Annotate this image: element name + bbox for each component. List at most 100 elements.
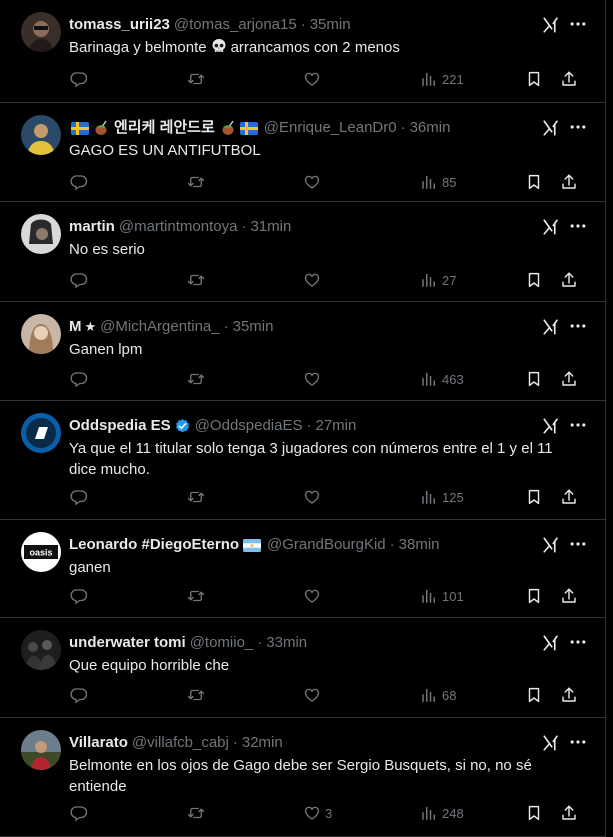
author-name[interactable]: Oddspedia ES: [69, 416, 171, 436]
bookmark-button[interactable]: [525, 170, 543, 194]
grok-icon[interactable]: [542, 536, 560, 554]
reply-button[interactable]: [70, 683, 88, 707]
like-button[interactable]: [303, 485, 321, 509]
grok-icon[interactable]: [542, 634, 560, 652]
author-handle[interactable]: @tomas_arjona15: [174, 15, 297, 35]
share-button[interactable]: [560, 683, 578, 707]
retweet-button[interactable]: [187, 367, 205, 391]
author-name[interactable]: tomass_urii23: [69, 15, 170, 35]
bookmark-button[interactable]: [525, 584, 543, 608]
views-button[interactable]: 463: [420, 367, 464, 391]
more-icon[interactable]: [568, 732, 588, 752]
reply-button[interactable]: [70, 485, 88, 509]
avatar[interactable]: [21, 214, 61, 254]
like-button[interactable]: [303, 170, 321, 194]
tweet[interactable]: martin @martintmontoya · 31min No es ser…: [0, 202, 606, 302]
tweet[interactable]: Oddspedia ES @OddspediaES · 27min Ya que…: [0, 401, 606, 520]
author-handle[interactable]: @martintmontoya: [119, 217, 238, 237]
author-name[interactable]: M: [69, 317, 82, 337]
author-name[interactable]: underwater tomi: [69, 633, 186, 653]
like-button[interactable]: [303, 268, 321, 292]
retweet-button[interactable]: [187, 485, 205, 509]
avatar[interactable]: [21, 115, 61, 155]
timestamp[interactable]: 38min: [399, 535, 440, 555]
more-icon[interactable]: [568, 216, 588, 236]
like-button[interactable]: [303, 67, 321, 91]
grok-icon[interactable]: [542, 318, 560, 336]
author-handle[interactable]: @OddspediaES: [195, 416, 303, 436]
share-button[interactable]: [560, 801, 578, 825]
author-handle[interactable]: @villafcb_cabj: [132, 733, 229, 753]
avatar[interactable]: [21, 630, 61, 670]
reply-button[interactable]: [70, 67, 88, 91]
author-handle[interactable]: @tomiio_: [190, 633, 254, 653]
grok-icon[interactable]: [542, 119, 560, 137]
share-button[interactable]: [560, 367, 578, 391]
author-handle[interactable]: @GrandBourgKid: [267, 535, 386, 555]
avatar[interactable]: [21, 314, 61, 354]
avatar[interactable]: oasis: [21, 532, 61, 572]
avatar[interactable]: [21, 413, 61, 453]
views-button[interactable]: 27: [420, 268, 456, 292]
views-button[interactable]: 68: [420, 683, 456, 707]
author-handle[interactable]: @MichArgentina_: [100, 317, 219, 337]
bookmark-button[interactable]: [525, 367, 543, 391]
views-button[interactable]: 125: [420, 485, 464, 509]
author-name[interactable]: Villarato: [69, 733, 128, 753]
timestamp[interactable]: 33min: [266, 633, 307, 653]
timestamp[interactable]: 35min: [233, 317, 274, 337]
share-button[interactable]: [560, 170, 578, 194]
grok-icon[interactable]: [542, 218, 560, 236]
reply-button[interactable]: [70, 584, 88, 608]
share-button[interactable]: [560, 485, 578, 509]
grok-icon[interactable]: [542, 16, 560, 34]
like-button[interactable]: [303, 683, 321, 707]
reply-button[interactable]: [70, 170, 88, 194]
more-icon[interactable]: [568, 534, 588, 554]
more-icon[interactable]: [568, 117, 588, 137]
reply-button[interactable]: [70, 268, 88, 292]
author-handle[interactable]: @Enrique_LeanDr0: [264, 118, 397, 138]
author-name[interactable]: 엔리케 레안드로: [114, 118, 215, 138]
more-icon[interactable]: [568, 14, 588, 34]
author-name[interactable]: Leonardo #DiegoEterno: [69, 535, 239, 555]
bookmark-button[interactable]: [525, 268, 543, 292]
tweet[interactable]: underwater tomi @tomiio_ · 33min Que equ…: [0, 618, 606, 718]
reply-button[interactable]: [70, 367, 88, 391]
views-button[interactable]: 85: [420, 170, 456, 194]
tweet[interactable]: tomass_urii23 @tomas_arjona15 · 35min Ba…: [0, 0, 606, 103]
tweet[interactable]: 엔리케 레안드로 @Enrique_LeanDr0 · 36min GAGO E…: [0, 103, 606, 202]
grok-icon[interactable]: [542, 417, 560, 435]
retweet-button[interactable]: [187, 67, 205, 91]
timestamp[interactable]: 36min: [410, 118, 451, 138]
timestamp[interactable]: 31min: [250, 217, 291, 237]
timestamp[interactable]: 35min: [310, 15, 351, 35]
retweet-button[interactable]: [187, 801, 205, 825]
tweet[interactable]: Villarato @villafcb_cabj · 32min Belmont…: [0, 718, 606, 837]
tweet[interactable]: M ★ @MichArgentina_ · 35min Ganen lpm 46…: [0, 302, 606, 401]
share-button[interactable]: [560, 584, 578, 608]
timestamp[interactable]: 27min: [316, 416, 357, 436]
bookmark-button[interactable]: [525, 683, 543, 707]
more-icon[interactable]: [568, 632, 588, 652]
like-button[interactable]: [303, 584, 321, 608]
reply-button[interactable]: [70, 801, 88, 825]
tweet[interactable]: oasis Leonardo #DiegoEterno @GrandBourgK…: [0, 520, 606, 618]
retweet-button[interactable]: [187, 268, 205, 292]
bookmark-button[interactable]: [525, 67, 543, 91]
more-icon[interactable]: [568, 415, 588, 435]
like-button[interactable]: 3: [303, 801, 332, 825]
timestamp[interactable]: 32min: [242, 733, 283, 753]
retweet-button[interactable]: [187, 170, 205, 194]
more-icon[interactable]: [568, 316, 588, 336]
views-button[interactable]: 101: [420, 584, 464, 608]
avatar[interactable]: [21, 730, 61, 770]
grok-icon[interactable]: [542, 734, 560, 752]
author-name[interactable]: martin: [69, 217, 115, 237]
retweet-button[interactable]: [187, 584, 205, 608]
like-button[interactable]: [303, 367, 321, 391]
bookmark-button[interactable]: [525, 485, 543, 509]
retweet-button[interactable]: [187, 683, 205, 707]
share-button[interactable]: [560, 67, 578, 91]
views-button[interactable]: 248: [420, 801, 464, 825]
